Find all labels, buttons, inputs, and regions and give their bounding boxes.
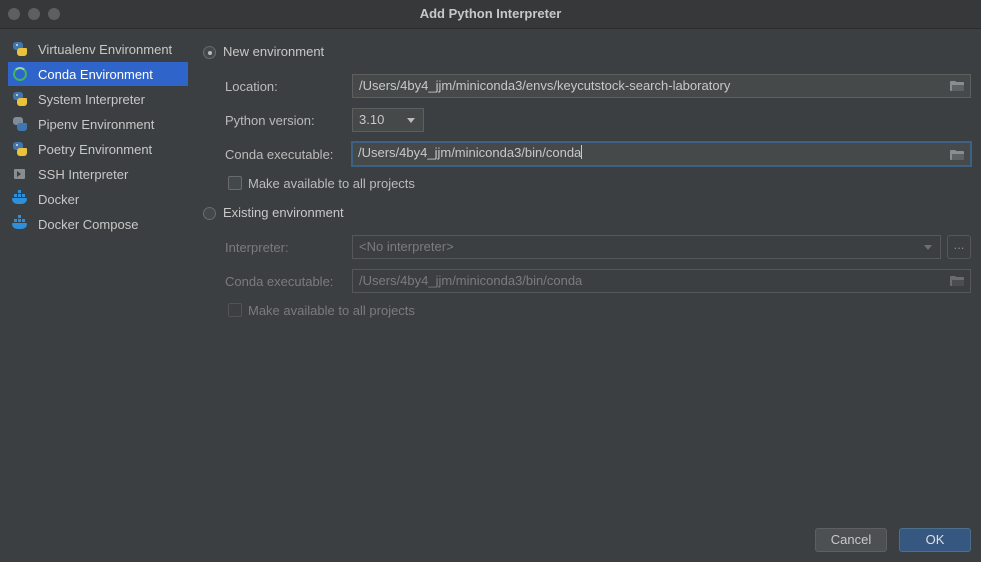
existing-conda-executable-value: /Users/4by4_jjm/miniconda3/bin/conda — [359, 273, 583, 288]
sidebar-item-virtualenv[interactable]: Virtualenv Environment — [8, 37, 188, 61]
existing-make-available-checkbox[interactable] — [228, 303, 242, 317]
conda-icon — [12, 66, 28, 82]
existing-conda-executable-field[interactable]: /Users/4by4_jjm/miniconda3/bin/conda — [352, 269, 971, 293]
existing-conda-executable-label: Conda executable: — [225, 274, 334, 289]
conda-executable-value: /Users/4by4_jjm/miniconda3/bin/conda — [358, 145, 582, 160]
sidebar-item-docker[interactable]: Docker — [8, 187, 188, 211]
existing-environment-label: Existing environment — [223, 205, 344, 220]
browse-interpreter-button[interactable]: ... — [947, 235, 971, 259]
folder-icon[interactable] — [950, 81, 964, 91]
sidebar-item-label: Docker — [38, 191, 80, 207]
dialog-window: Add Python Interpreter Virtualenv Enviro… — [0, 0, 981, 562]
pipenv-icon — [12, 116, 28, 132]
existing-make-available-label: Make available to all projects — [248, 303, 415, 318]
sidebar-item-ssh[interactable]: SSH Interpreter — [8, 162, 188, 186]
docker-icon — [12, 190, 28, 207]
sidebar-item-conda[interactable]: Conda Environment — [8, 62, 188, 86]
cancel-button[interactable]: Cancel — [815, 528, 887, 552]
make-available-checkbox[interactable] — [228, 176, 242, 190]
conda-executable-label: Conda executable: — [225, 147, 334, 162]
folder-icon[interactable] — [950, 276, 964, 286]
sidebar-item-label: Virtualenv Environment — [38, 41, 173, 57]
sidebar-item-label: Pipenv Environment — [38, 116, 155, 132]
python-version-dropdown[interactable]: 3.10 — [352, 108, 424, 132]
ok-button[interactable]: OK — [899, 528, 971, 552]
folder-icon[interactable] — [950, 150, 964, 160]
dialog-title: Add Python Interpreter — [419, 6, 562, 21]
sidebar-item-label: Poetry Environment — [38, 141, 153, 157]
interpreter-type-sidebar: Virtualenv Environment Conda Environment… — [0, 29, 196, 562]
python-version-value: 3.10 — [359, 112, 385, 127]
sidebar-item-pipenv[interactable]: Pipenv Environment — [8, 112, 188, 136]
new-environment-radio[interactable] — [203, 46, 216, 59]
interpreter-value: <No interpreter> — [359, 239, 454, 254]
python-icon — [12, 91, 28, 107]
conda-executable-field[interactable]: /Users/4by4_jjm/miniconda3/bin/conda — [351, 141, 972, 167]
python-icon — [12, 141, 28, 157]
sidebar-item-system[interactable]: System Interpreter — [8, 87, 188, 111]
existing-environment-radio[interactable] — [203, 207, 216, 220]
settings-panel: New environment Location: /Users/4by4_jj… — [196, 29, 981, 562]
location-label: Location: — [225, 79, 278, 94]
title-bar: Add Python Interpreter — [0, 0, 981, 29]
sidebar-item-label: Docker Compose — [38, 216, 139, 232]
interpreter-dropdown[interactable]: <No interpreter> — [352, 235, 941, 259]
sidebar-item-poetry[interactable]: Poetry Environment — [8, 137, 188, 161]
sidebar-item-docker-compose[interactable]: Docker Compose — [8, 212, 188, 236]
sidebar-item-label: Conda Environment — [38, 66, 153, 82]
location-value: /Users/4by4_jjm/miniconda3/envs/keycutst… — [359, 78, 731, 93]
text-cursor — [581, 145, 583, 159]
sidebar-item-label: System Interpreter — [38, 91, 145, 107]
sidebar-item-label: SSH Interpreter — [38, 166, 129, 182]
python-icon — [12, 41, 28, 57]
interpreter-label: Interpreter: — [225, 240, 289, 255]
location-field[interactable]: /Users/4by4_jjm/miniconda3/envs/keycutst… — [352, 74, 971, 98]
python-version-label: Python version: — [225, 113, 315, 128]
chevron-down-icon — [924, 245, 932, 250]
make-available-label: Make available to all projects — [248, 176, 415, 191]
ssh-icon — [12, 166, 28, 182]
chevron-down-icon — [407, 118, 415, 123]
docker-icon — [12, 215, 28, 232]
new-environment-label: New environment — [223, 44, 325, 59]
